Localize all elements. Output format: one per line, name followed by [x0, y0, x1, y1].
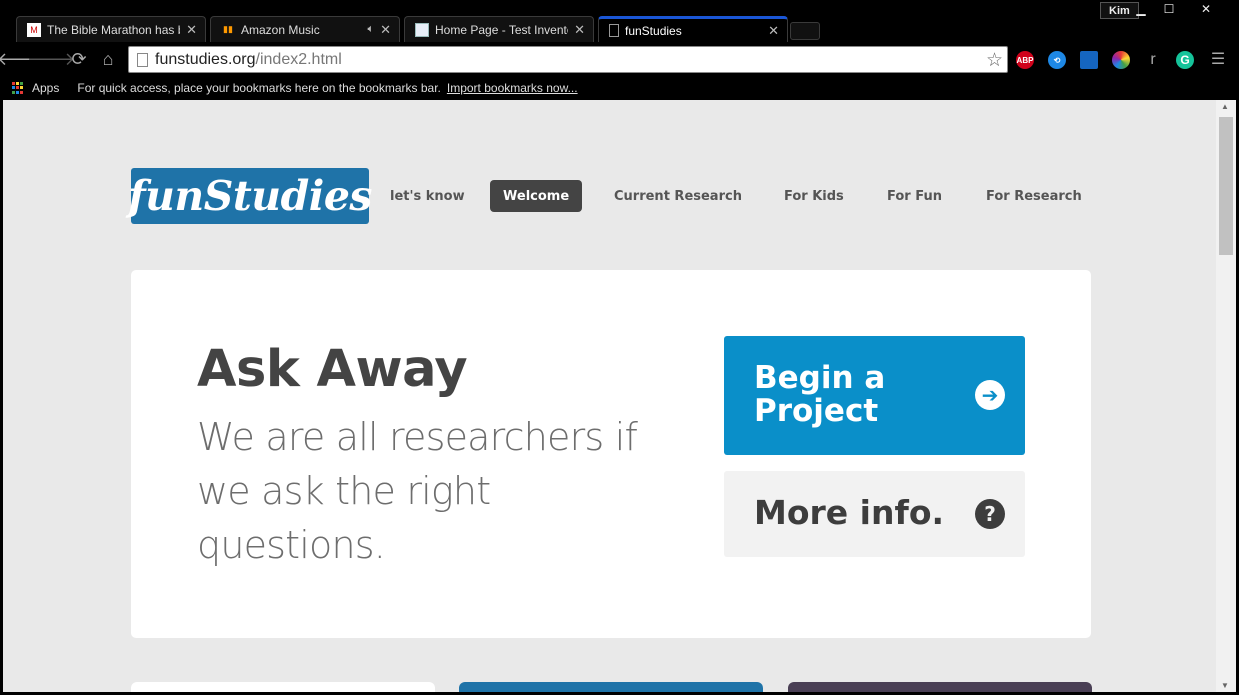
browser-chrome: M The Bible Marathon has b ✕ ▮▮ Amazon M… [0, 0, 1239, 100]
tab-title: funStudies [625, 23, 682, 38]
minimize-icon[interactable]: ▁ [1127, 0, 1155, 18]
amazon-music-icon: ▮▮ [223, 24, 233, 34]
more-info-label: More info. [754, 493, 945, 532]
begin-project-button[interactable]: Begin a Project ➔ [724, 336, 1025, 455]
maximize-icon[interactable]: ☐ [1155, 0, 1183, 18]
tab-funstudies[interactable]: funStudies ✕ [598, 16, 788, 42]
tab-home-page[interactable]: Home Page - Test Invento ✕ [404, 16, 594, 42]
tab-strip: M The Bible Marathon has b ✕ ▮▮ Amazon M… [0, 0, 1239, 42]
hero-card: Ask Away We are all researchers if we as… [131, 270, 1091, 638]
address-path: /index2.html [255, 50, 342, 68]
sync-extension-icon[interactable]: ⟲ [1048, 51, 1066, 69]
apps-shortcut[interactable]: Apps [32, 81, 59, 95]
close-tab-icon[interactable]: ✕ [574, 22, 585, 38]
nav-welcome[interactable]: Welcome [490, 180, 583, 212]
forward-arrow-icon[interactable]: 🡒 [27, 49, 75, 69]
hero-title: Ask Away [197, 340, 468, 399]
nav-lets-know[interactable]: let's know [390, 180, 465, 212]
feature-card-peek [459, 682, 763, 692]
adblock-plus-icon[interactable]: ABP [1016, 51, 1034, 69]
grammarly-icon[interactable]: G [1176, 51, 1194, 69]
nav-current-research[interactable]: Current Research [614, 180, 742, 212]
nav-for-research[interactable]: For Research [986, 180, 1082, 212]
menu-hamburger-icon[interactable]: ☰ [1207, 49, 1229, 69]
tab-title: The Bible Marathon has b [47, 22, 181, 37]
address-bar[interactable]: funstudies.org/index2.html ☆ [128, 46, 1008, 73]
begin-project-label: Begin a Project [754, 360, 886, 429]
bookmarks-hint: For quick access, place your bookmarks h… [77, 81, 441, 95]
import-bookmarks-link[interactable]: Import bookmarks now... [447, 81, 578, 95]
tab-amazon-music[interactable]: ▮▮ Amazon Music 🔈︎ ✕ [210, 16, 400, 42]
clipboard-extension-icon[interactable] [1080, 51, 1098, 69]
nav-for-fun[interactable]: For Fun [887, 180, 942, 212]
page-scrollbar[interactable]: ▲ ▼ [1216, 100, 1236, 692]
color-wheel-icon[interactable] [1112, 51, 1130, 69]
browser-toolbar: 🡐 🡒 ⟳ ⌂ funstudies.org/index2.html ☆ ABP… [0, 42, 1239, 76]
page-viewport: funStudies let's know Welcome Current Re… [3, 100, 1216, 692]
home-icon[interactable]: ⌂ [97, 49, 119, 69]
nav-for-kids[interactable]: For Kids [784, 180, 844, 212]
scroll-thumb[interactable] [1219, 117, 1233, 255]
arrow-right-circle-icon: ➔ [975, 380, 1005, 410]
tab-title: Amazon Music [241, 22, 320, 37]
bookmark-star-icon[interactable]: ☆ [986, 49, 1003, 72]
tab-bible-marathon[interactable]: M The Bible Marathon has b ✕ [16, 16, 206, 42]
hero-subtitle: We are all researchers if we ask the rig… [197, 415, 638, 567]
address-host: funstudies.org [155, 50, 256, 68]
main-nav: let's know Welcome Current Research For … [3, 180, 1216, 212]
reload-icon[interactable]: ⟳ [68, 49, 90, 69]
question-circle-icon: ? [975, 499, 1005, 529]
audio-playing-icon: 🔈︎ [367, 23, 375, 35]
gmail-icon: M [27, 22, 41, 37]
page-icon [609, 24, 619, 37]
tab-title: Home Page - Test Invento [435, 22, 569, 37]
new-tab-button[interactable] [790, 22, 820, 40]
feature-card-peek [788, 682, 1092, 692]
apps-grid-icon[interactable] [12, 82, 24, 94]
docs-icon [415, 22, 429, 37]
bookmarks-bar: Apps For quick access, place your bookma… [0, 76, 1239, 100]
close-tab-icon[interactable]: ✕ [768, 23, 779, 39]
close-tab-icon[interactable]: ✕ [380, 22, 391, 38]
close-tab-icon[interactable]: ✕ [186, 22, 197, 38]
feature-card-peek [131, 682, 435, 692]
scroll-up-icon[interactable]: ▲ [1221, 102, 1229, 111]
scroll-down-icon[interactable]: ▼ [1221, 681, 1229, 690]
page-info-icon [137, 52, 148, 67]
window-controls: ▁ ☐ ✕ [1127, 0, 1229, 18]
close-window-icon[interactable]: ✕ [1183, 0, 1229, 18]
more-info-button[interactable]: More info. ? [724, 471, 1025, 557]
r-extension-icon[interactable]: r [1144, 51, 1162, 69]
